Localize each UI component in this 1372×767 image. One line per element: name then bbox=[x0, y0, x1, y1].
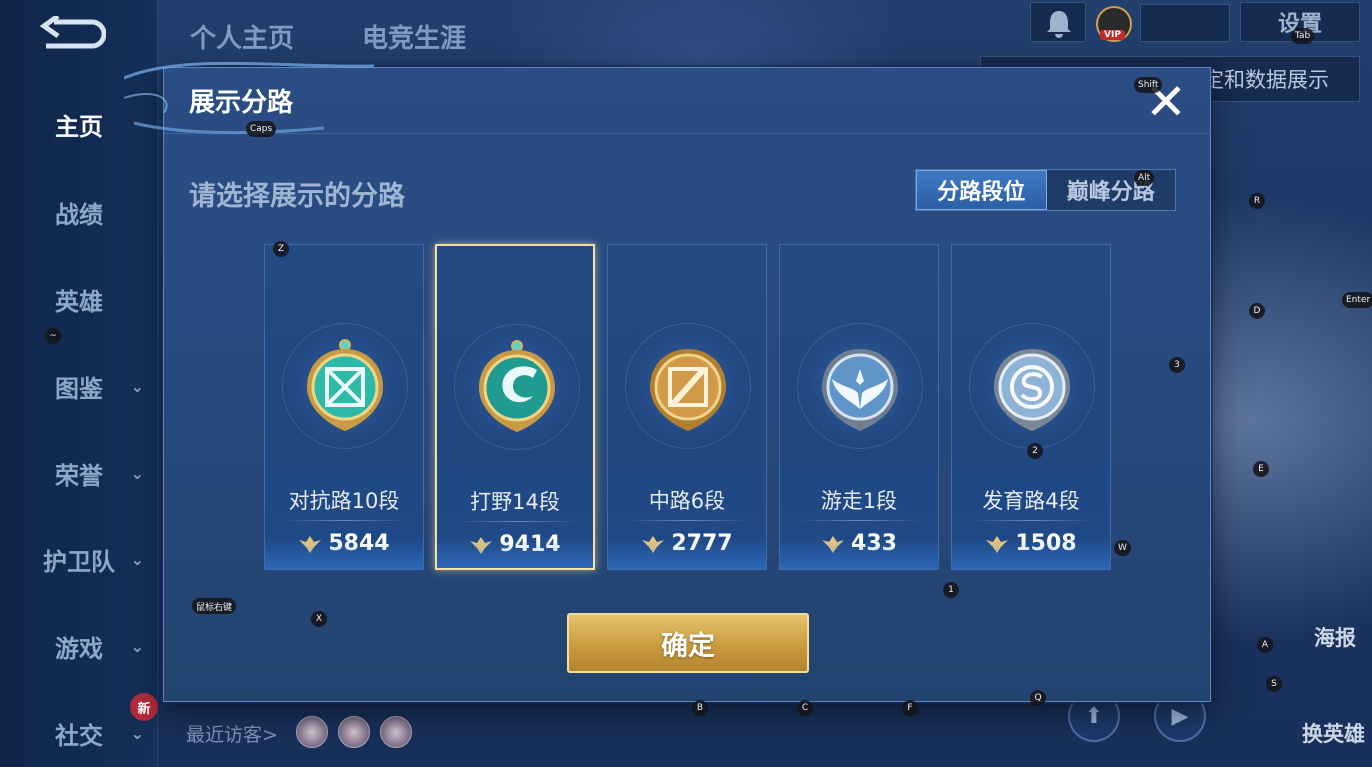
confirm-button[interactable]: 确定 bbox=[567, 613, 809, 673]
sidebar-item-heroes[interactable]: 英雄 bbox=[0, 279, 158, 319]
key-hint: 1 bbox=[943, 582, 959, 598]
recent-visitors-link[interactable]: 最近访客> bbox=[186, 720, 278, 747]
chevron-down-icon: ⌄ bbox=[130, 376, 144, 396]
slash-emblem-icon bbox=[650, 349, 726, 431]
card-divider bbox=[283, 520, 407, 521]
visitor-avatar[interactable] bbox=[338, 716, 370, 748]
key-hint: B bbox=[692, 700, 708, 716]
card-divider bbox=[970, 520, 1094, 521]
show-lane-dialog: 展示分路 ✕ 请选择展示的分路 分路段位 巅峰分路 对抗路10段 5844 bbox=[124, 61, 1211, 702]
vip-info-box bbox=[1140, 4, 1230, 42]
tab-lane-rank[interactable]: 分路段位 bbox=[916, 170, 1047, 210]
switch-hero-label[interactable]: 换英雄 bbox=[1302, 718, 1365, 748]
dragon-emblem-icon bbox=[479, 340, 555, 432]
key-hint: A bbox=[1257, 637, 1273, 653]
sidebar-item-codex[interactable]: 图鉴 ⌄ bbox=[0, 366, 158, 406]
key-hint: D bbox=[1249, 303, 1265, 319]
lane-card-roam[interactable]: 游走1段 433 bbox=[779, 244, 939, 570]
key-hint: S bbox=[1266, 676, 1282, 692]
key-hint: Q bbox=[1030, 690, 1046, 706]
sidebar-item-guard[interactable]: 护卫队 ⌄ bbox=[0, 539, 158, 579]
key-hint: C bbox=[797, 700, 813, 716]
lane-rank-label: 打野14段 bbox=[470, 490, 560, 514]
dialog-header: 展示分路 ✕ bbox=[164, 68, 1210, 134]
lane-card-jungle[interactable]: 打野14段 9414 bbox=[435, 244, 595, 570]
tab-esports-career[interactable]: 电竞生涯 bbox=[362, 18, 466, 55]
key-hint: Enter bbox=[1342, 292, 1372, 308]
dialog-subtitle: 请选择展示的分路 bbox=[189, 181, 405, 212]
chevron-down-icon: ⌄ bbox=[130, 723, 144, 743]
lane-rank-label: 中路6段 bbox=[648, 489, 726, 513]
key-hint: E bbox=[1253, 461, 1269, 477]
tab-peak-lane[interactable]: 巅峰分路 bbox=[1047, 170, 1176, 210]
key-hint: Z bbox=[273, 241, 289, 257]
vip-badge: VIP bbox=[1100, 30, 1125, 40]
key-hint: X bbox=[311, 611, 327, 627]
key-hint: R bbox=[1249, 193, 1265, 209]
card-glow bbox=[608, 539, 766, 569]
lane-rank-label: 发育路4段 bbox=[982, 489, 1080, 513]
visitor-avatar[interactable] bbox=[380, 716, 412, 748]
lane-card-farm[interactable]: 发育路4段 1508 bbox=[951, 244, 1111, 570]
card-divider bbox=[798, 520, 922, 521]
card-divider bbox=[626, 520, 750, 521]
lane-rank-label: 对抗路10段 bbox=[288, 489, 400, 513]
tab-profile[interactable]: 个人主页 bbox=[190, 18, 294, 55]
notification-button[interactable] bbox=[1030, 2, 1086, 42]
play-icon: ▶ bbox=[1171, 703, 1189, 729]
key-hint: Caps bbox=[246, 121, 277, 137]
sidebar-item-honor[interactable]: 荣誉 ⌄ bbox=[0, 453, 158, 493]
lane-card-top[interactable]: 对抗路10段 5844 bbox=[264, 244, 424, 570]
key-hint: Alt bbox=[1134, 170, 1155, 186]
key-hint: Shift bbox=[1134, 77, 1163, 93]
poster-label[interactable]: 海报 bbox=[1314, 622, 1356, 652]
key-hint: ~ bbox=[45, 328, 61, 344]
card-glow bbox=[952, 539, 1110, 569]
chevron-down-icon: ⌄ bbox=[130, 549, 144, 569]
shield-s-emblem-icon bbox=[994, 349, 1070, 431]
lane-rank-label: 游走1段 bbox=[820, 489, 898, 513]
sidebar-item-records[interactable]: 战绩 bbox=[0, 192, 158, 232]
bell-icon bbox=[1047, 11, 1071, 38]
chevron-down-icon: ⌄ bbox=[130, 463, 144, 483]
sidebar-item-game[interactable]: 游戏 ⌄ bbox=[0, 626, 158, 666]
card-glow bbox=[437, 538, 593, 568]
sidebar-item-social[interactable]: 社交 ⌄ bbox=[0, 713, 158, 753]
key-hint: 鼠标右键 bbox=[192, 598, 237, 614]
key-hint: 2 bbox=[1027, 443, 1043, 459]
chevron-down-icon: ⌄ bbox=[130, 636, 144, 656]
wings-emblem-icon bbox=[822, 349, 898, 431]
card-glow bbox=[265, 539, 423, 569]
key-hint: Tab bbox=[1291, 28, 1315, 44]
new-badge: 新 bbox=[130, 693, 158, 721]
sword-cross-emblem-icon bbox=[307, 339, 383, 431]
key-hint: W bbox=[1114, 540, 1131, 556]
visitor-avatar[interactable] bbox=[296, 716, 328, 748]
key-hint: F bbox=[902, 700, 918, 716]
card-glow bbox=[780, 539, 938, 569]
back-arrow-icon[interactable] bbox=[36, 16, 106, 52]
lane-cards: 对抗路10段 5844 打野14段 9414 bbox=[264, 244, 1112, 570]
upload-icon: ⬆ bbox=[1084, 703, 1104, 729]
key-hint: 3 bbox=[1169, 357, 1185, 373]
lane-card-mid[interactable]: 中路6段 2777 bbox=[607, 244, 767, 570]
card-divider bbox=[455, 521, 579, 522]
dialog-title: 展示分路 bbox=[189, 88, 294, 118]
